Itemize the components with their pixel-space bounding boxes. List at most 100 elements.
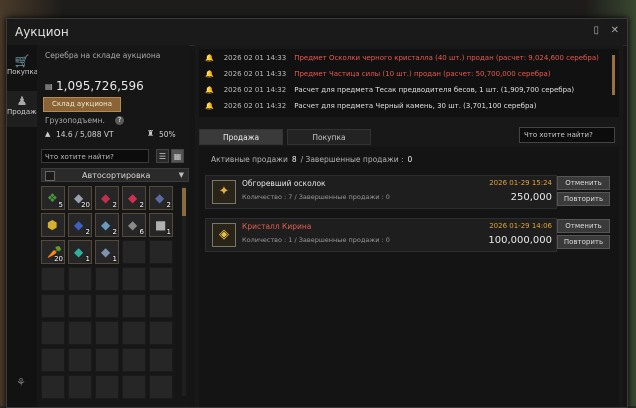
inventory-slot[interactable]: ◆ 2 (95, 186, 119, 210)
close-icon[interactable]: ✕ (611, 25, 619, 36)
log-entry: 🔔 2026 02 01 14:33 Предмет Осколки черного… (205, 54, 599, 68)
listings-area: Активные продажи 8/ Завершенные продажи :… (199, 147, 619, 407)
inventory-slot[interactable]: 🥕 20 (41, 240, 65, 264)
sales-panel: 🔔 2026 02 01 14:33 Предмет Осколки черного… (195, 45, 623, 407)
nav-sell[interactable]: ♟ Продажа (7, 91, 41, 127)
inventory-slot[interactable] (68, 348, 92, 372)
nav-buy[interactable]: 🛒 Покупка (7, 51, 38, 87)
inventory-slot[interactable] (41, 375, 65, 399)
inventory-slot[interactable] (149, 240, 173, 264)
inventory-slot[interactable] (149, 294, 173, 318)
inventory-slot[interactable]: ■ 1 (149, 213, 173, 237)
inventory-slot[interactable]: ◆ 2 (122, 186, 146, 210)
auction-window: Аукцион ▯ ✕ 🛒 Покупка ♟ Продажа ⚘ Серебр… (6, 18, 628, 408)
listing-row[interactable]: ◈ Кристалл Кирина Количество : 1 / Завер… (205, 218, 557, 252)
log-entry: 🔔 2026 02 01 14:33 Предмет Частица силы (1… (205, 70, 551, 84)
item-icon: ◆ (128, 218, 138, 232)
sales-log: 🔔 2026 02 01 14:33 Предмет Осколки черного… (199, 49, 619, 117)
autosort-checkbox[interactable] (45, 171, 55, 181)
inventory-search-input[interactable]: Что хотите найти? (41, 149, 149, 163)
inventory-slot[interactable] (149, 375, 173, 399)
log-scrollbar[interactable] (612, 55, 615, 95)
inventory-slot[interactable] (95, 348, 119, 372)
inventory-grid: ❖ 5 ◆ 20 ◆ 2 ◆ 2 ◆ 2 ⬢ ◆ 2 ◆ 2 ◆ 6 ■ 1 🥕 20 ◆ 1 ◆ 1 (41, 186, 175, 399)
autosort-bar[interactable]: Автосортировка ▼ (41, 168, 189, 182)
item-count: 2 (139, 201, 144, 209)
active-sales-count: 8 (291, 155, 297, 164)
silver-label: Серебра на складе аукциона (45, 51, 161, 60)
inventory-slot[interactable] (41, 267, 65, 291)
grid-view-icon[interactable]: ▦ (171, 149, 184, 163)
inventory-slot[interactable]: ◆ 1 (68, 240, 92, 264)
listing-row[interactable]: ✦ Обгоревший осколок Количество : 7 / За… (205, 175, 557, 209)
inventory-slot[interactable] (68, 267, 92, 291)
inventory-slot[interactable]: ❖ 5 (41, 186, 65, 210)
listing-search-input[interactable]: Что хотите найти? (519, 127, 615, 143)
cancel-button[interactable]: Отменить (557, 219, 610, 233)
inventory-slot[interactable] (41, 321, 65, 345)
settings-icon[interactable]: ⚘ (16, 376, 26, 389)
weight-percent: 50% (159, 130, 176, 139)
window-title: Аукцион (15, 25, 69, 39)
inventory-slot[interactable]: ⬢ (41, 213, 65, 237)
bell-icon: 🔔 (205, 102, 214, 110)
log-time: 2026 02 01 14:33 (223, 70, 287, 78)
item-count: 5 (58, 201, 63, 209)
listing-date: 2026 01-29 15:24 (489, 179, 552, 187)
item-icon: ◆ (74, 245, 84, 259)
inventory-slot[interactable] (149, 321, 173, 345)
inventory-slot[interactable] (122, 294, 146, 318)
inventory-slot[interactable]: ◆ 2 (68, 213, 92, 237)
inventory-slot[interactable] (122, 348, 146, 372)
log-time: 2026 02 01 14:33 (223, 54, 287, 62)
list-view-icon[interactable]: ☰ (156, 149, 169, 163)
inventory-slot[interactable] (41, 294, 65, 318)
inventory-slot[interactable]: ◆ 2 (95, 213, 119, 237)
item-icon: ■ (155, 218, 167, 232)
inventory-scrollbar[interactable] (182, 186, 186, 396)
tab-sell[interactable]: Продажа (199, 129, 283, 145)
log-time: 2026 02 01 14:32 (223, 86, 287, 94)
log-entry: 🔔 2026 02 01 14:32 Расчет для предмета Тес… (205, 86, 574, 100)
sales-stats: Активные продажи 8/ Завершенные продажи :… (211, 155, 416, 164)
item-icon: ◆ (128, 191, 138, 205)
inventory-slot[interactable]: ◆ 20 (68, 186, 92, 210)
item-count: 20 (81, 201, 90, 209)
inventory-slot[interactable] (122, 321, 146, 345)
inventory-slot[interactable] (68, 375, 92, 399)
inventory-slot[interactable] (149, 348, 173, 372)
log-time: 2026 02 01 14:32 (223, 102, 287, 110)
inventory-slot[interactable] (122, 240, 146, 264)
help-icon[interactable]: ? (115, 116, 124, 125)
cancel-button[interactable]: Отменить (557, 176, 610, 190)
bell-icon: 🔔 (205, 86, 214, 94)
inventory-slot[interactable] (122, 375, 146, 399)
inventory-slot[interactable]: ◆ 1 (95, 240, 119, 264)
inventory-slot[interactable] (41, 348, 65, 372)
listing-qty: Количество : 1 / Завершенные продажи : 0 (242, 236, 390, 244)
phone-icon[interactable]: ▯ (593, 25, 599, 36)
inventory-slot[interactable]: ◆ 6 (122, 213, 146, 237)
item-icon: ◆ (155, 191, 165, 205)
bell-icon: 🔔 (205, 54, 214, 62)
item-count: 2 (112, 228, 117, 236)
repeat-button[interactable]: Повторить (557, 192, 610, 206)
repeat-button[interactable]: Повторить (557, 235, 610, 249)
log-entry: 🔔 2026 02 01 14:32 Расчет для предмета Чер… (205, 102, 536, 116)
inventory-slot[interactable] (95, 294, 119, 318)
tab-buy[interactable]: Покупка (287, 129, 371, 145)
active-sales-label: Активные продажи (211, 155, 288, 164)
inventory-panel: Серебра на складе аукциона ▤ 1,095,726,5… (37, 45, 189, 407)
inventory-slot[interactable]: ◆ 2 (149, 186, 173, 210)
inventory-slot[interactable] (68, 321, 92, 345)
inventory-slot[interactable] (95, 321, 119, 345)
inventory-slot[interactable] (68, 294, 92, 318)
inventory-slot[interactable] (122, 267, 146, 291)
inventory-slot[interactable] (149, 267, 173, 291)
silver-amount: 1,095,726,596 (56, 79, 144, 93)
auction-storage-button[interactable]: Склад аукциона (43, 97, 121, 112)
scroll-thumb[interactable] (182, 188, 186, 216)
inventory-slot[interactable] (95, 375, 119, 399)
inventory-slot[interactable] (95, 267, 119, 291)
chevron-down-icon[interactable]: ▼ (179, 171, 184, 179)
